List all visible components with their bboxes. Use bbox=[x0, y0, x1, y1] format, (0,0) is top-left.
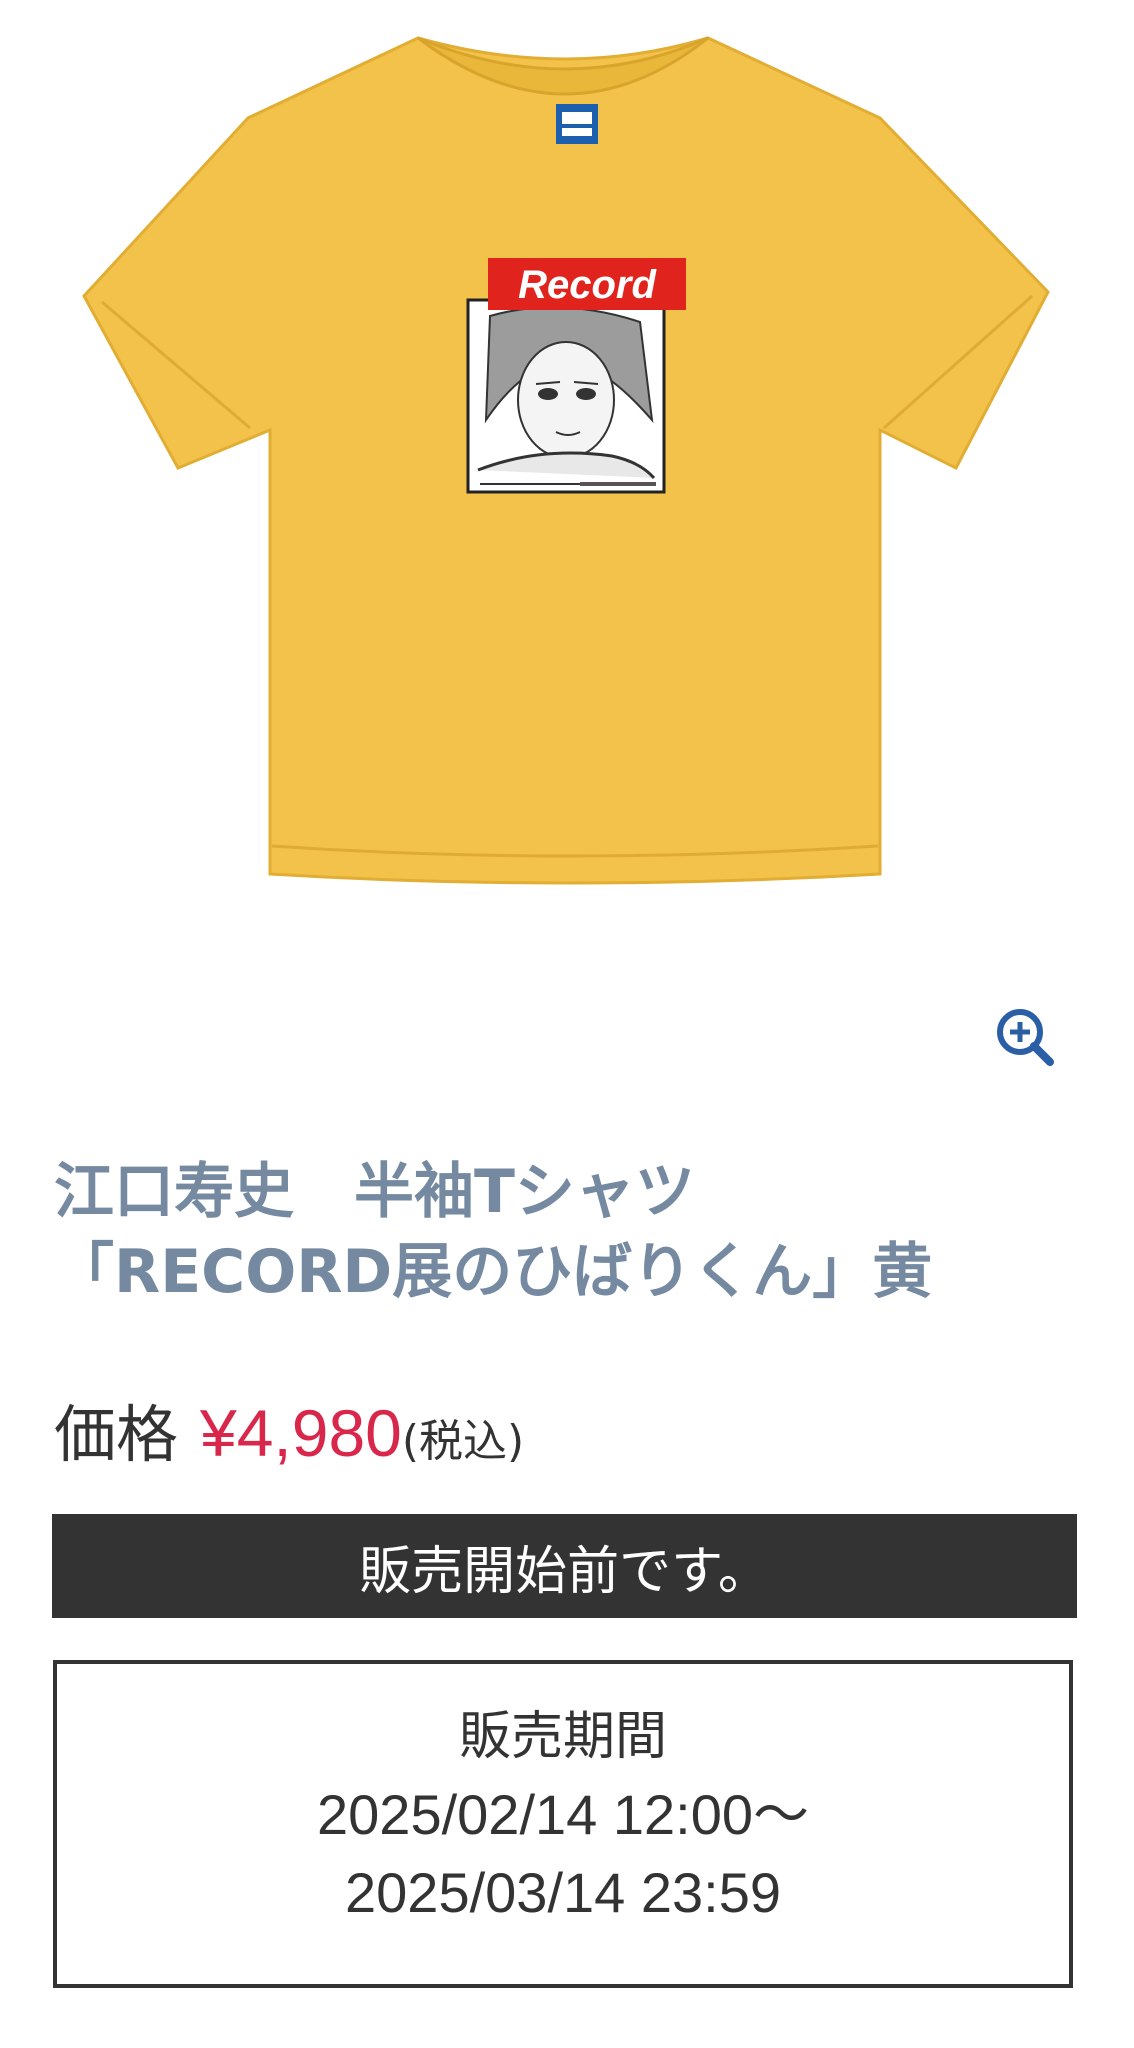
zoom-in-icon bbox=[997, 1009, 1054, 1066]
product-title: 江口寿史 半袖Tシャツ 「RECORD展のひばりくん」黄 bbox=[54, 1152, 1094, 1312]
record-logo-text: Record bbox=[518, 263, 657, 307]
product-title-line-2: 「RECORD展のひばりくん」黄 bbox=[54, 1237, 933, 1307]
sales-period-box: 販売期間 2025/02/14 12:00～ 2025/03/14 23:59 bbox=[53, 1660, 1073, 1988]
zoom-in-button[interactable] bbox=[988, 1000, 1068, 1080]
sale-status-text: 販売開始前です。 bbox=[359, 1541, 770, 1602]
sales-period-end: 2025/03/14 23:59 bbox=[345, 1861, 781, 1924]
price-row: 価格 ¥4,980 (税込) bbox=[54, 1384, 524, 1471]
price-label: 価格 bbox=[54, 1398, 179, 1471]
product-image[interactable]: Record bbox=[0, 0, 1134, 960]
sales-period-start: 2025/02/14 12:00～ bbox=[317, 1783, 809, 1846]
sales-period-heading: 販売期間 bbox=[458, 1707, 667, 1767]
tshirt-illustration: Record bbox=[82, 36, 1050, 885]
price-value: ¥4,980 bbox=[200, 1396, 402, 1470]
product-title-line-1: 江口寿史 半袖Tシャツ bbox=[54, 1157, 695, 1227]
price-tax-note: (税込) bbox=[401, 1416, 525, 1467]
sale-status-bar: 販売開始前です。 bbox=[52, 1514, 1077, 1618]
